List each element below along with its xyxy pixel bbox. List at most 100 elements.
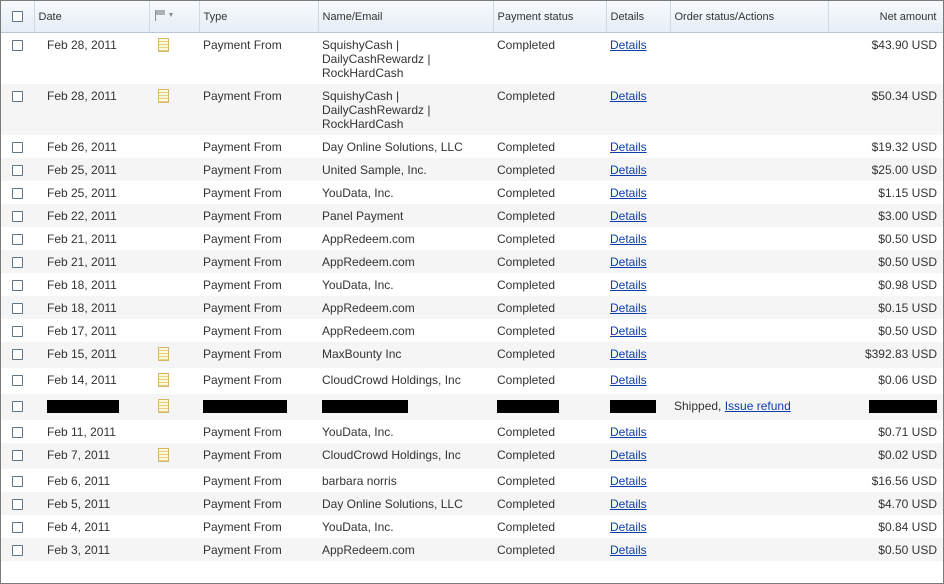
table-row[interactable]: Feb 18, 2011 Payment From YouData, Inc. Com… [1,273,943,296]
details-link[interactable]: Details [610,373,647,387]
row-checkbox[interactable] [12,401,23,413]
row-payment-status: Completed [493,443,606,469]
row-checkbox-cell [1,33,34,85]
details-link[interactable]: Details [610,255,647,269]
details-link[interactable]: Details [610,232,647,246]
details-link[interactable]: Details [610,497,647,511]
row-net-amount: $0.50 USD [828,250,943,273]
table-row[interactable]: Feb 28, 2011 Payment From SquishyCash | Dai… [1,33,943,85]
row-date: Feb 22, 2011 [34,204,149,227]
table-row[interactable]: Feb 7, 2011 Payment From CloudCrowd Holdin… [1,443,943,469]
table-row[interactable]: Feb 5, 2011 Payment From Day Online Soluti… [1,492,943,515]
row-checkbox[interactable] [12,450,23,462]
column-header-net-amount[interactable]: Net amount [828,1,943,33]
column-header-date[interactable]: Date [34,1,150,33]
row-payment-status: Completed [497,373,556,387]
column-header-type[interactable]: Type [199,1,319,33]
details-link[interactable]: Details [610,425,647,439]
table-row[interactable]: Feb 18, 2011 Payment From AppRedeem.com Com… [1,296,943,319]
row-checkbox[interactable] [12,280,23,292]
select-all-checkbox[interactable] [11,11,23,23]
details-link[interactable]: Details [610,543,647,557]
note-icon[interactable] [158,347,169,361]
details-link[interactable]: Details [610,520,647,534]
note-icon[interactable] [158,448,169,462]
row-payment-status: Completed [493,342,606,368]
table-row[interactable]: Feb 21, 2011 Payment From AppRedeem.com Com… [1,250,943,273]
column-header-name[interactable]: Name/Email [318,1,494,33]
table-row[interactable]: Shipped, Issue refund [1,394,943,420]
row-payment-status: Completed [497,520,556,534]
row-checkbox[interactable] [12,257,23,269]
row-name [318,394,493,420]
row-net-amount: $0.06 USD [878,373,937,387]
column-header-order-status: Order status/Actions [670,1,829,33]
row-net-amount: $0.50 USD [878,324,937,338]
details-link[interactable]: Details [610,324,647,338]
row-order-status [670,319,828,342]
row-checkbox[interactable] [12,211,23,223]
table-row[interactable]: Feb 22, 2011 Payment From Panel Payment Com… [1,204,943,227]
details-link[interactable]: Details [610,186,647,200]
details-link[interactable]: Details [610,89,647,103]
table-row[interactable]: Feb 17, 2011 Payment From AppRedeem.com Com… [1,319,943,342]
row-checkbox[interactable] [12,522,23,534]
note-icon[interactable] [158,399,169,413]
row-checkbox[interactable] [12,234,23,246]
row-checkbox[interactable] [12,40,23,52]
table-row[interactable]: Feb 15, 2011 Payment From MaxBounty Inc Com… [1,342,943,368]
redacted-name [322,400,408,414]
issue-refund-link[interactable]: Issue refund [725,399,791,413]
note-icon[interactable] [158,373,169,387]
column-header-status[interactable]: Payment status [493,1,607,33]
table-row[interactable]: Feb 21, 2011 Payment From AppRedeem.com Com… [1,227,943,250]
row-checkbox[interactable] [12,326,23,338]
row-checkbox[interactable] [12,499,23,511]
table-row[interactable]: Feb 4, 2011 Payment From YouData, Inc. Comp… [1,515,943,538]
row-checkbox[interactable] [12,91,23,103]
details-link[interactable]: Details [610,448,647,462]
row-payment-status: Completed [497,38,556,52]
table-row[interactable]: Feb 11, 2011 Payment From YouData, Inc. Com… [1,420,943,443]
note-icon[interactable] [158,38,169,52]
row-type: Payment From [203,425,282,439]
details-link[interactable]: Details [610,38,647,52]
details-link[interactable]: Details [610,301,647,315]
details-link[interactable]: Details [610,347,647,361]
table-row[interactable]: Feb 6, 2011 Payment From barbara norris Com… [1,469,943,492]
table-row[interactable]: Feb 26, 2011 Payment From Day Online Solut… [1,135,943,158]
row-checkbox[interactable] [12,476,23,488]
row-checkbox[interactable] [12,427,23,439]
row-checkbox[interactable] [12,142,23,154]
table-row[interactable]: Feb 25, 2011 Payment From YouData, Inc. Com… [1,181,943,204]
row-checkbox[interactable] [12,545,23,557]
details-link[interactable]: Details [610,140,647,154]
row-checkbox[interactable] [12,303,23,315]
row-net-amount: $0.71 USD [878,425,937,439]
row-type: Payment From [199,250,318,273]
row-checkbox[interactable] [12,188,23,200]
row-checkbox[interactable] [12,349,23,361]
redacted-amount [869,400,937,414]
row-checkbox[interactable] [12,375,23,387]
table-row[interactable]: Feb 3, 2011 Payment From AppRedeem.com Comp… [1,538,943,561]
table-row[interactable]: Feb 28, 2011 Payment From SquishyCash | Dai… [1,84,943,135]
table-row[interactable]: Feb 25, 2011 Payment From United Sample, I… [1,158,943,181]
details-link[interactable]: Details [610,278,647,292]
row-date: Feb 5, 2011 [34,492,149,515]
row-date: Feb 14, 2011 [47,373,117,387]
details-link[interactable]: Details [610,474,647,488]
row-details-cell: Details [606,204,670,227]
note-icon[interactable] [158,89,169,103]
row-date: Feb 3, 2011 [34,538,149,561]
row-checkbox-cell [1,394,34,420]
row-payment-status: Completed [493,204,606,227]
details-link[interactable]: Details [610,163,647,177]
row-details-cell: Details [606,368,670,394]
row-payment-status: Completed [493,538,606,561]
details-link[interactable]: Details [610,209,647,223]
row-details-cell: Details [606,181,670,204]
row-checkbox[interactable] [12,165,23,177]
column-header-flag[interactable]: ▼ [149,1,200,33]
table-row[interactable]: Feb 14, 2011 Payment From CloudCrowd Holdi… [1,368,943,394]
